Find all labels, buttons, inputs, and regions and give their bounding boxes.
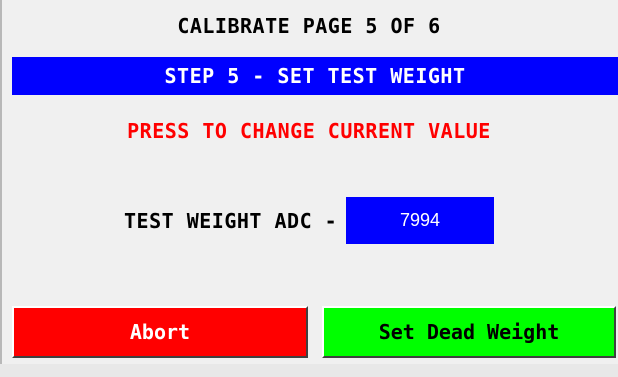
test-weight-adc-value-button[interactable]: 7994 <box>346 197 494 244</box>
set-dead-weight-button[interactable]: Set Dead Weight <box>322 306 616 358</box>
instruction-text: PRESS TO CHANGE CURRENT VALUE <box>127 119 491 143</box>
step-banner: STEP 5 - SET TEST WEIGHT <box>12 57 618 95</box>
bottom-strip <box>0 364 618 377</box>
abort-button[interactable]: Abort <box>12 306 308 358</box>
left-frame-line <box>0 0 2 377</box>
page-title: CALIBRATE PAGE 5 OF 6 <box>177 14 441 38</box>
test-weight-adc-label: TEST WEIGHT ADC - <box>124 209 338 233</box>
calibration-screen: CALIBRATE PAGE 5 OF 6 STEP 5 - SET TEST … <box>0 0 618 377</box>
